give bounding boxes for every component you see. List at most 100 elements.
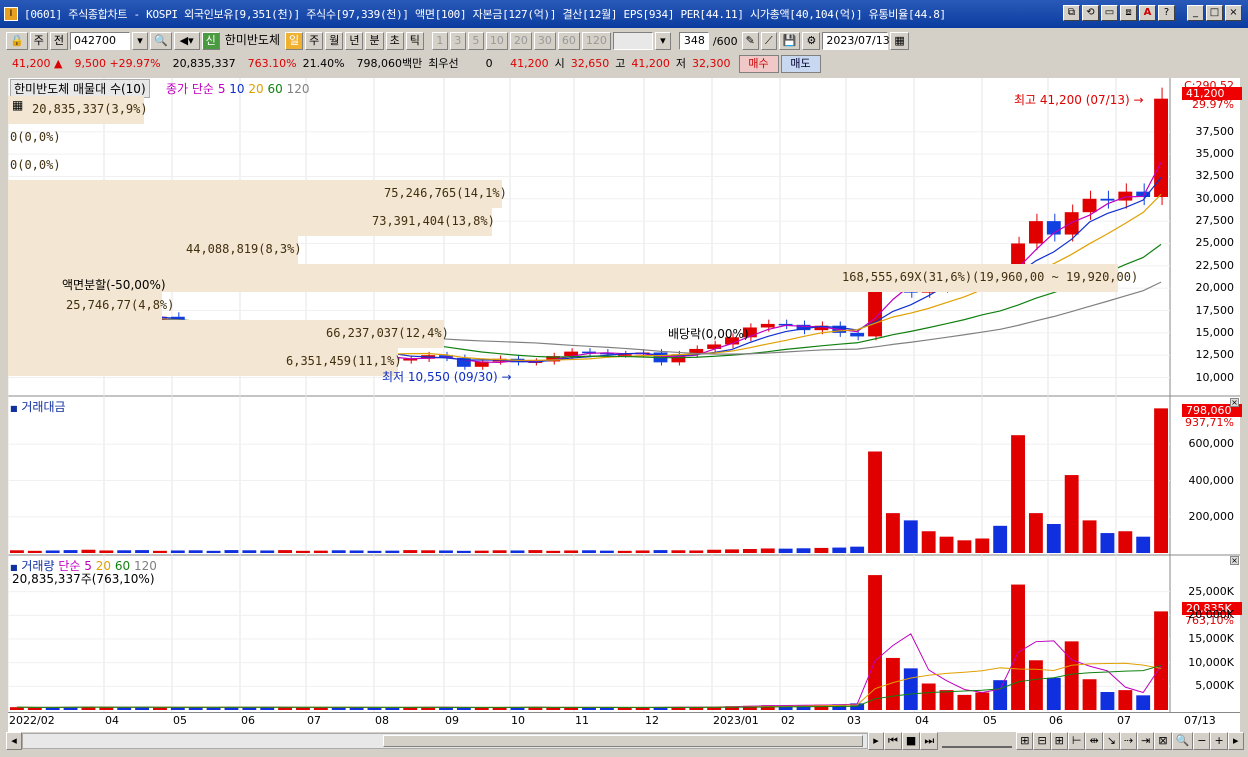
calendar-icon[interactable]: ▦ xyxy=(890,32,909,50)
close-icon[interactable]: × xyxy=(1230,556,1239,565)
turnover: 21.40% xyxy=(302,57,345,70)
close-icon[interactable]: × xyxy=(1230,398,1239,407)
interval-5[interactable]: 5 xyxy=(467,32,484,50)
interval-3[interactable]: 3 xyxy=(449,32,466,50)
price-tick-label: 17,500 xyxy=(1195,303,1235,317)
amount-bar xyxy=(10,550,24,553)
period-month[interactable]: 월 xyxy=(325,32,344,50)
volume-band-label: 73,391,404(13,8%) xyxy=(372,214,495,228)
interval-1[interactable]: 1 xyxy=(431,32,448,50)
scrollbar-thumb[interactable] xyxy=(383,735,863,747)
amount-bar xyxy=(63,550,78,553)
interval-120[interactable]: 120 xyxy=(581,32,611,50)
toolbar: 🔒 주 전 042700 ▾ 🔍 ◀▾ 신 한미반도체 일 주 월 년 분 초 … xyxy=(0,30,1248,52)
refresh-icon[interactable]: ⟲ xyxy=(1082,5,1099,21)
interval-30[interactable]: 30 xyxy=(533,32,556,50)
volume-band-label: 75,246,765(14,1%) xyxy=(384,186,507,200)
stop-icon[interactable]: ■ xyxy=(901,732,921,750)
play-icon[interactable]: ▸ xyxy=(868,732,884,750)
date-tick-label: 2022/02 xyxy=(9,714,55,727)
cursor-icon[interactable]: ⊟ xyxy=(1033,732,1051,750)
help-icon[interactable]: ? xyxy=(1158,5,1175,21)
interval-input[interactable] xyxy=(612,32,653,50)
amount-bar xyxy=(975,538,990,553)
buy-button[interactable]: 매수 xyxy=(738,55,779,73)
text-icon[interactable]: ⇢ xyxy=(1119,732,1138,750)
prev-button[interactable]: 전 xyxy=(49,32,68,50)
step-back-icon[interactable]: ⏮ xyxy=(884,732,902,750)
amount-bar xyxy=(313,550,328,553)
chart-area[interactable]: 한미반도체 매물대 수(10) 종가 단순 5 10 20 60 120 20,… xyxy=(8,78,1242,732)
period-day[interactable]: 일 xyxy=(284,32,304,50)
count-input[interactable]: 348 xyxy=(678,32,709,50)
erase-icon[interactable]: ⊠ xyxy=(1154,732,1172,750)
lock-icon[interactable]: 🔒 xyxy=(6,32,28,50)
chart-icon[interactable]: ⟋ xyxy=(760,32,777,50)
price-tick-label: 25,000 xyxy=(1195,236,1235,250)
minimize-button[interactable]: _ xyxy=(1187,5,1204,21)
date-input[interactable]: 2023/07/13 xyxy=(822,32,890,50)
amount-bar xyxy=(135,550,150,553)
period-week[interactable]: 주 xyxy=(305,32,324,50)
layout-icon[interactable]: ⧈ xyxy=(1120,5,1137,21)
chart-canvas[interactable] xyxy=(8,78,1240,732)
minus-icon[interactable]: − xyxy=(1193,732,1211,750)
scroll-left-icon[interactable]: ◂ xyxy=(6,732,22,750)
high-price: 41,200 xyxy=(631,57,670,70)
window-title: [0601] 주식종합차트 - KOSPI 외국인보유[9,351(천)] 주식… xyxy=(24,8,946,21)
chevron-down-icon[interactable]: ▾ xyxy=(131,32,148,50)
amount-bar xyxy=(725,549,739,553)
interval-20[interactable]: 20 xyxy=(509,32,532,50)
sell-button[interactable]: 매도 xyxy=(780,55,821,73)
volume-band-label: 25,746,77(4,8%) xyxy=(66,298,175,312)
volume-bar xyxy=(546,707,561,710)
crosshair-icon[interactable]: ⊞ xyxy=(1016,732,1034,750)
ruler-icon[interactable]: ⇹ xyxy=(1085,732,1103,750)
volume-tick-label: 10,000K xyxy=(1188,655,1234,669)
search-icon[interactable]: 🔍 xyxy=(149,32,172,50)
period-year[interactable]: 년 xyxy=(345,32,364,50)
maximize-button[interactable]: □ xyxy=(1206,5,1223,21)
amount-bar xyxy=(939,536,954,553)
plus-icon[interactable]: + xyxy=(1210,732,1228,750)
volume-bar xyxy=(1154,611,1168,710)
draw-line-icon[interactable]: ⊞ xyxy=(1050,732,1068,750)
zoom-icon[interactable]: 🔍 xyxy=(1171,732,1194,750)
gear-icon[interactable]: ⚙ xyxy=(802,32,821,50)
chart-title: 한미반도체 매물대 수(10) xyxy=(14,82,146,96)
period-second[interactable]: 초 xyxy=(385,32,404,50)
date-tick-label: 04 xyxy=(105,714,119,727)
date-tick-label: 12 xyxy=(645,714,659,727)
amount-bar xyxy=(742,549,757,553)
chart-type-icon[interactable]: ⊢ xyxy=(1067,732,1086,750)
screen-icon[interactable]: ▭ xyxy=(1101,5,1118,21)
amount-bar xyxy=(1082,520,1097,553)
volume-bar xyxy=(367,707,382,710)
amount-bar xyxy=(1118,531,1133,553)
amount-bar xyxy=(1136,536,1151,553)
current-price: 41,200 ▲ xyxy=(12,57,63,70)
interval-10[interactable]: 10 xyxy=(485,32,508,50)
amount-bar xyxy=(760,548,775,553)
interval-60[interactable]: 60 xyxy=(557,32,580,50)
amount-bar xyxy=(635,550,650,553)
zoom-slider[interactable] xyxy=(942,734,1013,748)
period-tick[interactable]: 틱 xyxy=(405,32,424,50)
amount-bar xyxy=(99,550,114,553)
high-label: 고 xyxy=(615,57,626,70)
step-forward-icon[interactable]: ⏭ xyxy=(920,732,939,750)
speaker-icon[interactable]: ◀▾ xyxy=(173,32,200,50)
scroll-right-icon[interactable]: ▸ xyxy=(1227,732,1244,750)
chevron-down-icon[interactable]: ▾ xyxy=(654,32,671,50)
font-icon[interactable]: A xyxy=(1139,5,1156,21)
trend-icon[interactable]: ↘ xyxy=(1102,732,1120,750)
scrollbar-track[interactable] xyxy=(22,733,868,749)
close-button[interactable]: × xyxy=(1225,5,1242,21)
period-minute[interactable]: 분 xyxy=(365,32,384,50)
market-kind-select[interactable]: 주 xyxy=(29,32,48,50)
arrow-icon[interactable]: ⇥ xyxy=(1137,732,1155,750)
link-icon[interactable]: ⧉ xyxy=(1063,5,1080,21)
save-icon[interactable]: 💾 xyxy=(778,32,801,50)
stock-code-input[interactable]: 042700 xyxy=(69,32,130,50)
draw-icon[interactable]: ✎ xyxy=(741,32,759,50)
